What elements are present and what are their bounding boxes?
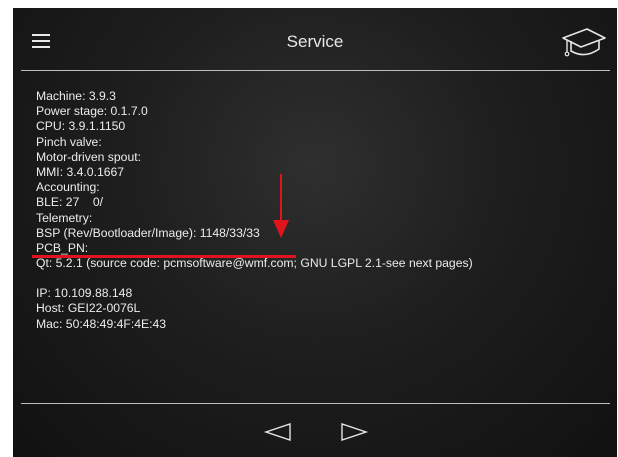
info-power-stage: Power stage: 0.1.7.0 — [36, 104, 148, 119]
info-host: Host: GEI22-0076L — [36, 301, 141, 316]
info-bsp: BSP (Rev/Bootloader/Image): 1148/33/33 — [36, 225, 260, 240]
info-ble: BLE: 27 0/ — [36, 195, 104, 210]
info-machine: Machine: 3.9.3 — [36, 89, 116, 103]
annotation-underline — [32, 255, 296, 258]
triangle-left-icon[interactable] — [263, 421, 293, 443]
info-motor-spout: Motor-driven spout: — [36, 149, 141, 164]
info-pcb-pn: PCB_PN: — [36, 240, 89, 255]
info-mac: Mac: 50:48:49:4F:4E:43 — [36, 316, 167, 331]
triangle-right-icon[interactable] — [339, 421, 369, 443]
info-telemetry: Telemetry: — [36, 210, 93, 225]
page-title: Service — [286, 32, 344, 51]
service-screen: Service Machine: 3.9.3 Power stage: 0.1.… — [13, 8, 617, 457]
bottom-divider — [21, 403, 610, 404]
info-mmi: MMI: 3.4.0.1667 — [36, 164, 125, 179]
info-qt: Qt: 5.2.1 (source code: pcmsoftware@wmf.… — [36, 256, 473, 271]
service-info: Machine: 3.9.3 Power stage: 0.1.7.0 CPU:… — [36, 89, 473, 332]
info-pinch-valve: Pinch valve: — [36, 134, 102, 149]
annotation-arrow-icon — [273, 174, 289, 238]
header-bar: Service — [13, 8, 617, 70]
top-divider — [21, 70, 610, 71]
graduation-cap-icon[interactable] — [561, 26, 607, 58]
info-cpu: CPU: 3.9.1.1150 — [36, 119, 126, 134]
info-accounting: Accounting: — [36, 180, 100, 195]
info-ip: IP: 10.109.88.148 — [36, 286, 133, 301]
